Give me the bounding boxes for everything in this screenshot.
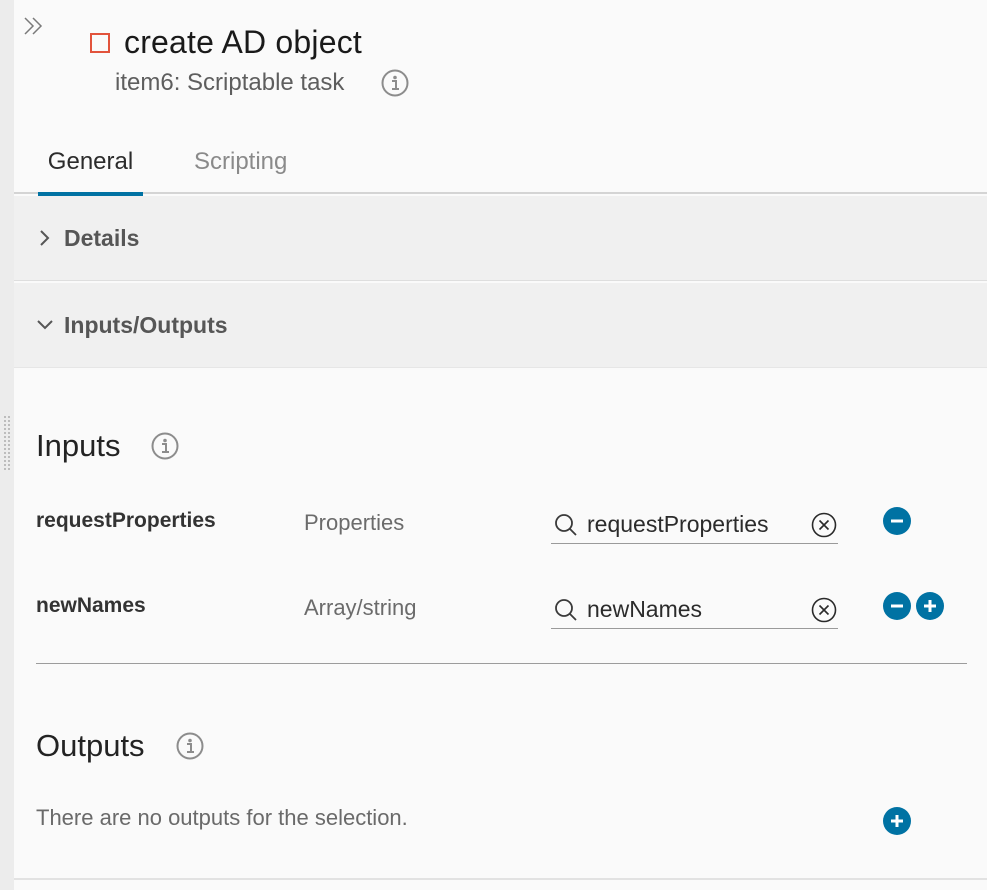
tab-general[interactable]: General [38,148,143,196]
binding-input[interactable] [587,592,787,627]
inputs-heading-row: Inputs [36,428,180,464]
minus-icon [891,519,903,523]
input-name: requestProperties [36,509,216,532]
binding-input[interactable] [587,507,787,542]
add-input-button[interactable] [916,592,944,620]
info-icon[interactable] [175,731,205,761]
chevron-down-icon [37,320,53,330]
section-divider [36,663,967,664]
inputs-heading: Inputs [36,428,121,463]
search-icon [555,513,577,536]
input-type: Properties [304,510,405,535]
scriptable-task-icon [90,32,110,53]
input-binding-field[interactable] [551,506,838,544]
info-icon[interactable] [380,68,410,98]
details-section-header[interactable]: Details [14,196,987,281]
outputs-heading-row: Outputs [36,728,205,764]
bottom-border [14,878,987,880]
inputs-outputs-section-label: Inputs/Outputs [64,311,228,338]
chevron-right-icon [40,230,50,246]
clear-icon[interactable] [810,596,838,624]
subtitle-row: item6: Scriptable task [115,68,410,98]
title-row: create AD object [90,24,362,61]
resize-handle[interactable] [3,415,11,471]
info-icon[interactable] [150,431,180,461]
page-title: create AD object [124,24,362,60]
outputs-heading: Outputs [36,728,145,763]
plus-icon [891,815,903,827]
remove-input-button[interactable] [883,592,911,620]
item-subtitle: item6: Scriptable task [115,69,345,96]
tab-bar: General Scripting [14,140,987,196]
add-output-button[interactable] [883,807,911,835]
search-icon [555,598,577,621]
inputs-outputs-section-header[interactable]: Inputs/Outputs [14,283,987,368]
double-chevron-right-icon[interactable] [22,14,46,38]
input-name: newNames [36,594,146,617]
plus-icon [924,600,936,612]
minus-icon [891,604,903,608]
input-binding-field[interactable] [551,591,838,629]
input-type: Array/string [304,595,417,620]
remove-input-button[interactable] [883,507,911,535]
empty-outputs-message: There are no outputs for the selection. [36,805,408,830]
left-rail [0,0,14,890]
tab-scripting[interactable]: Scripting [194,148,287,194]
details-section-label: Details [64,224,140,251]
properties-panel: create AD object item6: Scriptable task … [14,0,987,890]
clear-icon[interactable] [810,511,838,539]
